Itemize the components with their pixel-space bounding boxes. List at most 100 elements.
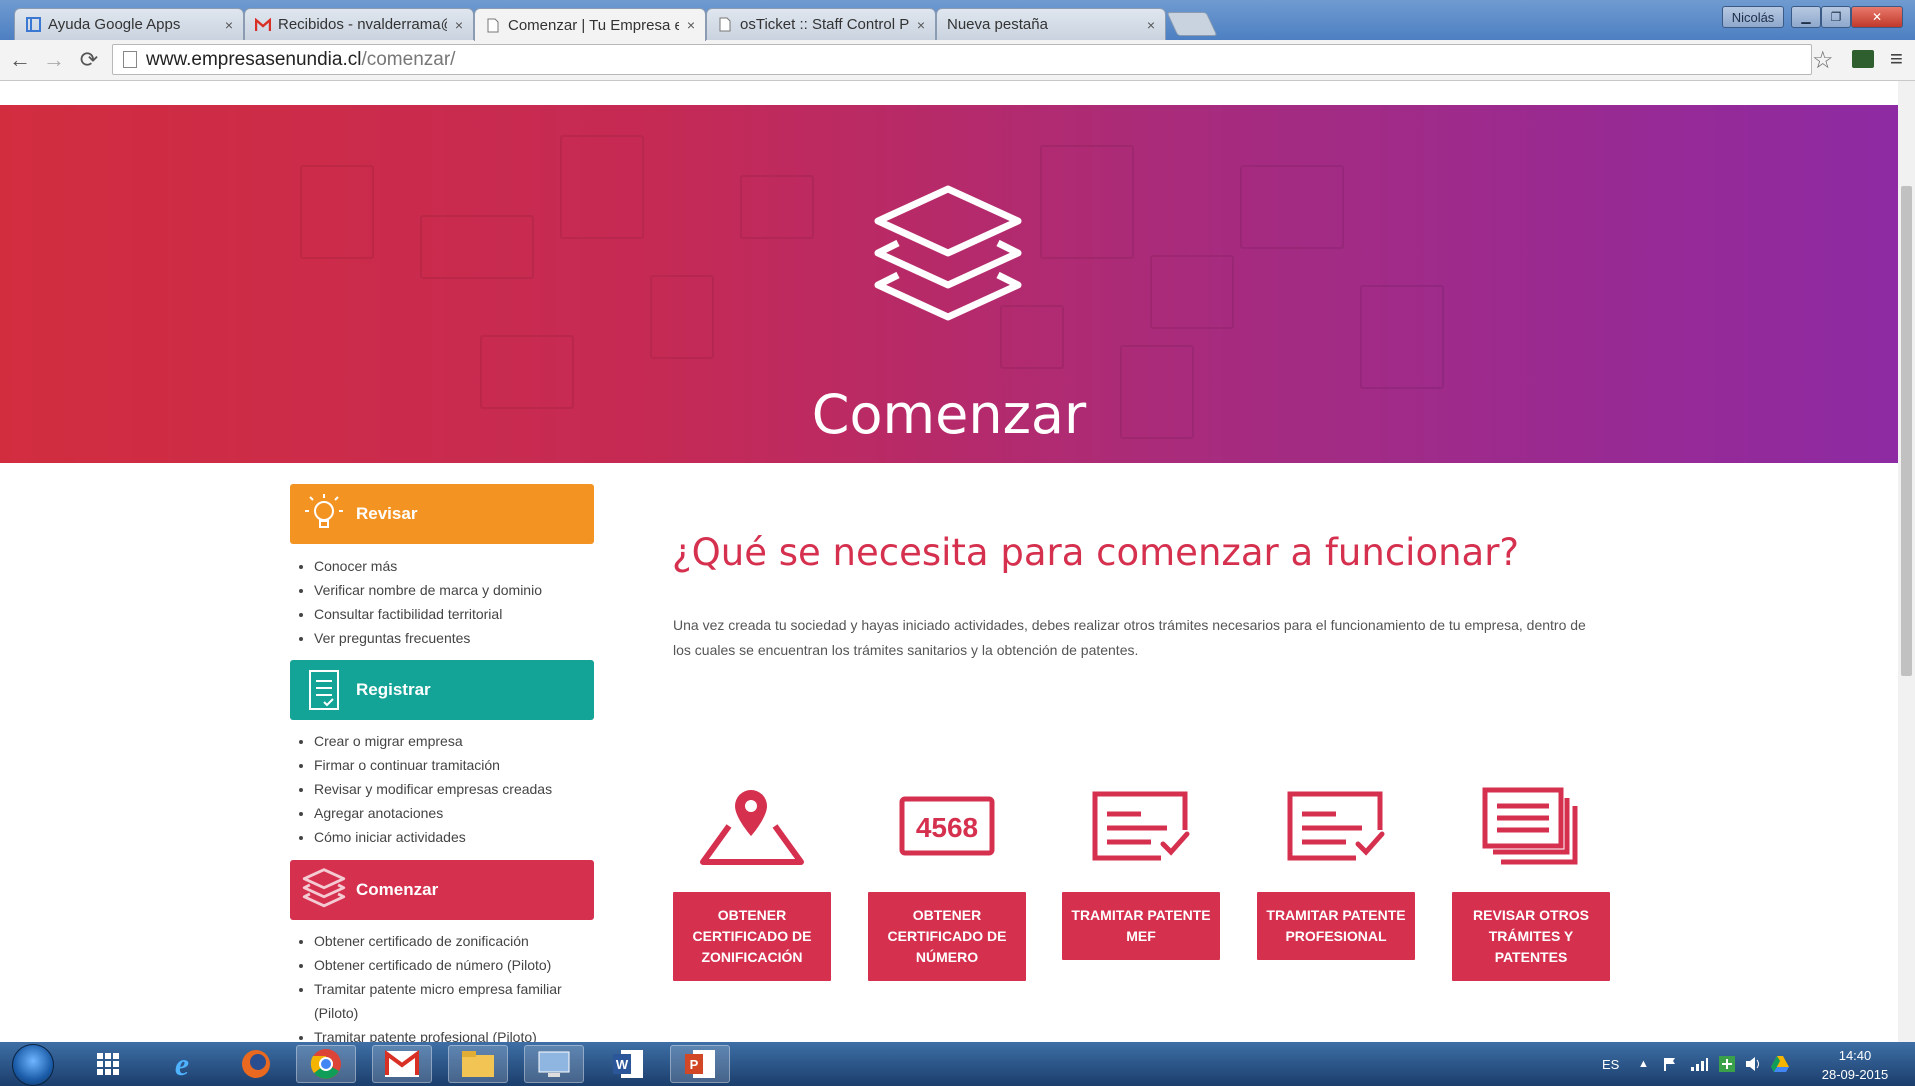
sidebar-link[interactable]: Agregar anotaciones (314, 801, 604, 825)
obtener-zonificacion-button[interactable]: OBTENER CERTIFICADO DE ZONIFICACIÓN (673, 892, 831, 981)
plate-number: 4568 (916, 812, 978, 843)
tab-nueva-pestana[interactable]: Nueva pestaña × (936, 8, 1166, 40)
tab-osticket[interactable]: osTicket :: Staff Control Pa × (706, 8, 936, 40)
tab-label: Comenzar | Tu Empresa e (508, 16, 679, 34)
section-title: Comenzar (356, 880, 439, 899)
section-revisar-header[interactable]: Revisar (290, 484, 594, 544)
svg-text:W: W (616, 1057, 629, 1072)
page-content: Comenzar Revisar Conocer más Verificar n… (0, 81, 1898, 1042)
section-revisar-list: Conocer más Verificar nombre de marca y … (297, 554, 604, 650)
restore-icon[interactable]: ❐ (1821, 6, 1851, 28)
section-registrar-list: Crear o migrar empresa Firmar o continua… (297, 729, 604, 849)
close-icon[interactable]: × (687, 17, 695, 33)
action-center-flag-icon[interactable] (1662, 1042, 1678, 1086)
section-comenzar-header[interactable]: Comenzar (290, 860, 594, 920)
close-icon[interactable]: × (917, 17, 925, 33)
sidebar-link[interactable]: Crear o migrar empresa (314, 729, 604, 753)
reload-icon[interactable]: ⟳ (75, 46, 103, 74)
sidebar-link[interactable]: Revisar y modificar empresas creadas (314, 777, 604, 801)
decor-shape (1040, 145, 1134, 259)
close-window-icon[interactable]: ✕ (1851, 6, 1903, 28)
sidebar-link[interactable]: Tramitar patente micro empresa familiar … (314, 977, 604, 1025)
sidebar-link[interactable]: Verificar nombre de marca y dominio (314, 578, 604, 602)
file-explorer-icon[interactable] (448, 1045, 508, 1083)
main-heading: ¿Qué se necesita para comenzar a funcion… (672, 531, 1520, 574)
card-numero: 4568 OBTENER CERTIFICADO DE NÚMERO (868, 781, 1026, 981)
url-path: /comenzar/ (361, 48, 456, 70)
tab-recibidos[interactable]: Recibidos - nvalderrama@ × (244, 8, 474, 40)
shield-icon[interactable] (1718, 1042, 1736, 1086)
bookmark-star-icon[interactable]: ☆ (1812, 46, 1834, 75)
show-hidden-icons-icon[interactable]: ▲ (1638, 1042, 1649, 1086)
scrollbar-thumb[interactable] (1901, 186, 1912, 676)
gmail-icon[interactable] (372, 1045, 432, 1083)
tab-label: osTicket :: Staff Control Pa (740, 16, 909, 33)
metro-icon[interactable] (78, 1045, 138, 1083)
new-tab-button[interactable] (1166, 12, 1218, 36)
revisar-otros-tramites-button[interactable]: REVISAR OTROS TRÁMITES Y PATENTES (1452, 892, 1610, 981)
sidebar-link[interactable]: Cómo iniciar actividades (314, 825, 604, 849)
sidebar-link[interactable]: Firmar o continuar tramitación (314, 753, 604, 777)
decor-shape (740, 175, 814, 239)
decor-shape (650, 275, 714, 359)
powerpoint-icon[interactable]: P (670, 1045, 730, 1083)
tramitar-patente-profesional-button[interactable]: TRAMITAR PATENTE PROFESIONAL (1257, 892, 1415, 960)
google-drive-icon[interactable] (1770, 1042, 1790, 1086)
document-icon (300, 665, 348, 715)
gmail-icon (255, 17, 271, 33)
back-arrow-icon[interactable]: ← (6, 46, 34, 74)
tab-label: Ayuda Google Apps (48, 16, 181, 33)
extension-icon[interactable] (1852, 50, 1874, 68)
tab-ayuda-google-apps[interactable]: Ayuda Google Apps × (14, 8, 244, 40)
tab-label: Recibidos - nvalderrama@ (278, 16, 447, 33)
sidebar-link[interactable]: Ver preguntas frecuentes (314, 626, 604, 650)
svg-text:P: P (690, 1057, 699, 1072)
tab-comenzar[interactable]: Comenzar | Tu Empresa e × (474, 8, 706, 41)
system-clock[interactable]: 14:40 28-09-2015 (1810, 1046, 1900, 1084)
obtener-numero-button[interactable]: OBTENER CERTIFICADO DE NÚMERO (868, 892, 1026, 981)
card-zonificacion: OBTENER CERTIFICADO DE ZONIFICACIÓN (673, 781, 831, 981)
remote-desktop-icon[interactable] (524, 1045, 584, 1083)
user-profile-button[interactable]: Nicolás (1722, 6, 1784, 28)
internet-explorer-icon[interactable]: e (152, 1045, 212, 1083)
word-icon[interactable]: W (598, 1045, 658, 1083)
close-icon[interactable]: × (225, 17, 233, 33)
sidebar-link[interactable]: Tramitar patente profesional (Piloto) (314, 1025, 604, 1042)
decor-shape (1240, 165, 1344, 249)
network-signal-icon[interactable] (1690, 1042, 1708, 1086)
chrome-icon[interactable] (296, 1045, 356, 1083)
browser-tab-bar: Ayuda Google Apps × Recibidos - nvalderr… (0, 0, 1915, 41)
minimize-icon[interactable]: ▁ (1791, 6, 1821, 28)
page-scrollbar[interactable] (1898, 81, 1915, 1042)
certificate-check-icon (1257, 781, 1415, 871)
volume-icon[interactable] (1744, 1042, 1762, 1086)
certificate-check-icon (1062, 781, 1220, 871)
page-icon (717, 17, 733, 33)
sidebar-link[interactable]: Consultar factibilidad territorial (314, 602, 604, 626)
clock-time: 14:40 (1838, 1048, 1872, 1063)
close-icon[interactable]: × (455, 17, 463, 33)
tramitar-patente-mef-button[interactable]: TRAMITAR PATENTE MEF (1062, 892, 1220, 960)
documents-stack-icon (1452, 781, 1610, 871)
section-registrar-header[interactable]: Registrar (290, 660, 594, 720)
address-bar[interactable]: www.empresasenundia.cl/comenzar/ (112, 44, 1812, 75)
forward-arrow-icon[interactable]: → (40, 46, 68, 74)
close-icon[interactable]: × (1147, 17, 1155, 33)
section-title: Registrar (356, 680, 431, 699)
main-description: Una vez creada tu sociedad y hayas inici… (673, 617, 1586, 658)
card-patente-profesional: TRAMITAR PATENTE PROFESIONAL (1257, 781, 1415, 960)
decor-shape (560, 135, 644, 239)
firefox-icon[interactable] (226, 1045, 286, 1083)
layers-icon (300, 865, 348, 915)
map-pin-icon (673, 781, 831, 871)
sidebar-link[interactable]: Conocer más (314, 554, 604, 578)
start-orb-icon[interactable] (12, 1044, 54, 1086)
hero-banner: Comenzar (0, 105, 1898, 463)
tab-label: Nueva pestaña (947, 16, 1048, 33)
windows-taskbar: e W P ES ▲ 14:40 28-09-2015 (0, 1042, 1915, 1086)
language-indicator[interactable]: ES (1602, 1042, 1619, 1086)
sidebar-link[interactable]: Obtener certificado de número (Piloto) (314, 953, 604, 977)
menu-icon[interactable]: ≡ (1890, 46, 1903, 72)
card-patente-mef: TRAMITAR PATENTE MEF (1062, 781, 1220, 960)
sidebar-link[interactable]: Obtener certificado de zonificación (314, 929, 604, 953)
